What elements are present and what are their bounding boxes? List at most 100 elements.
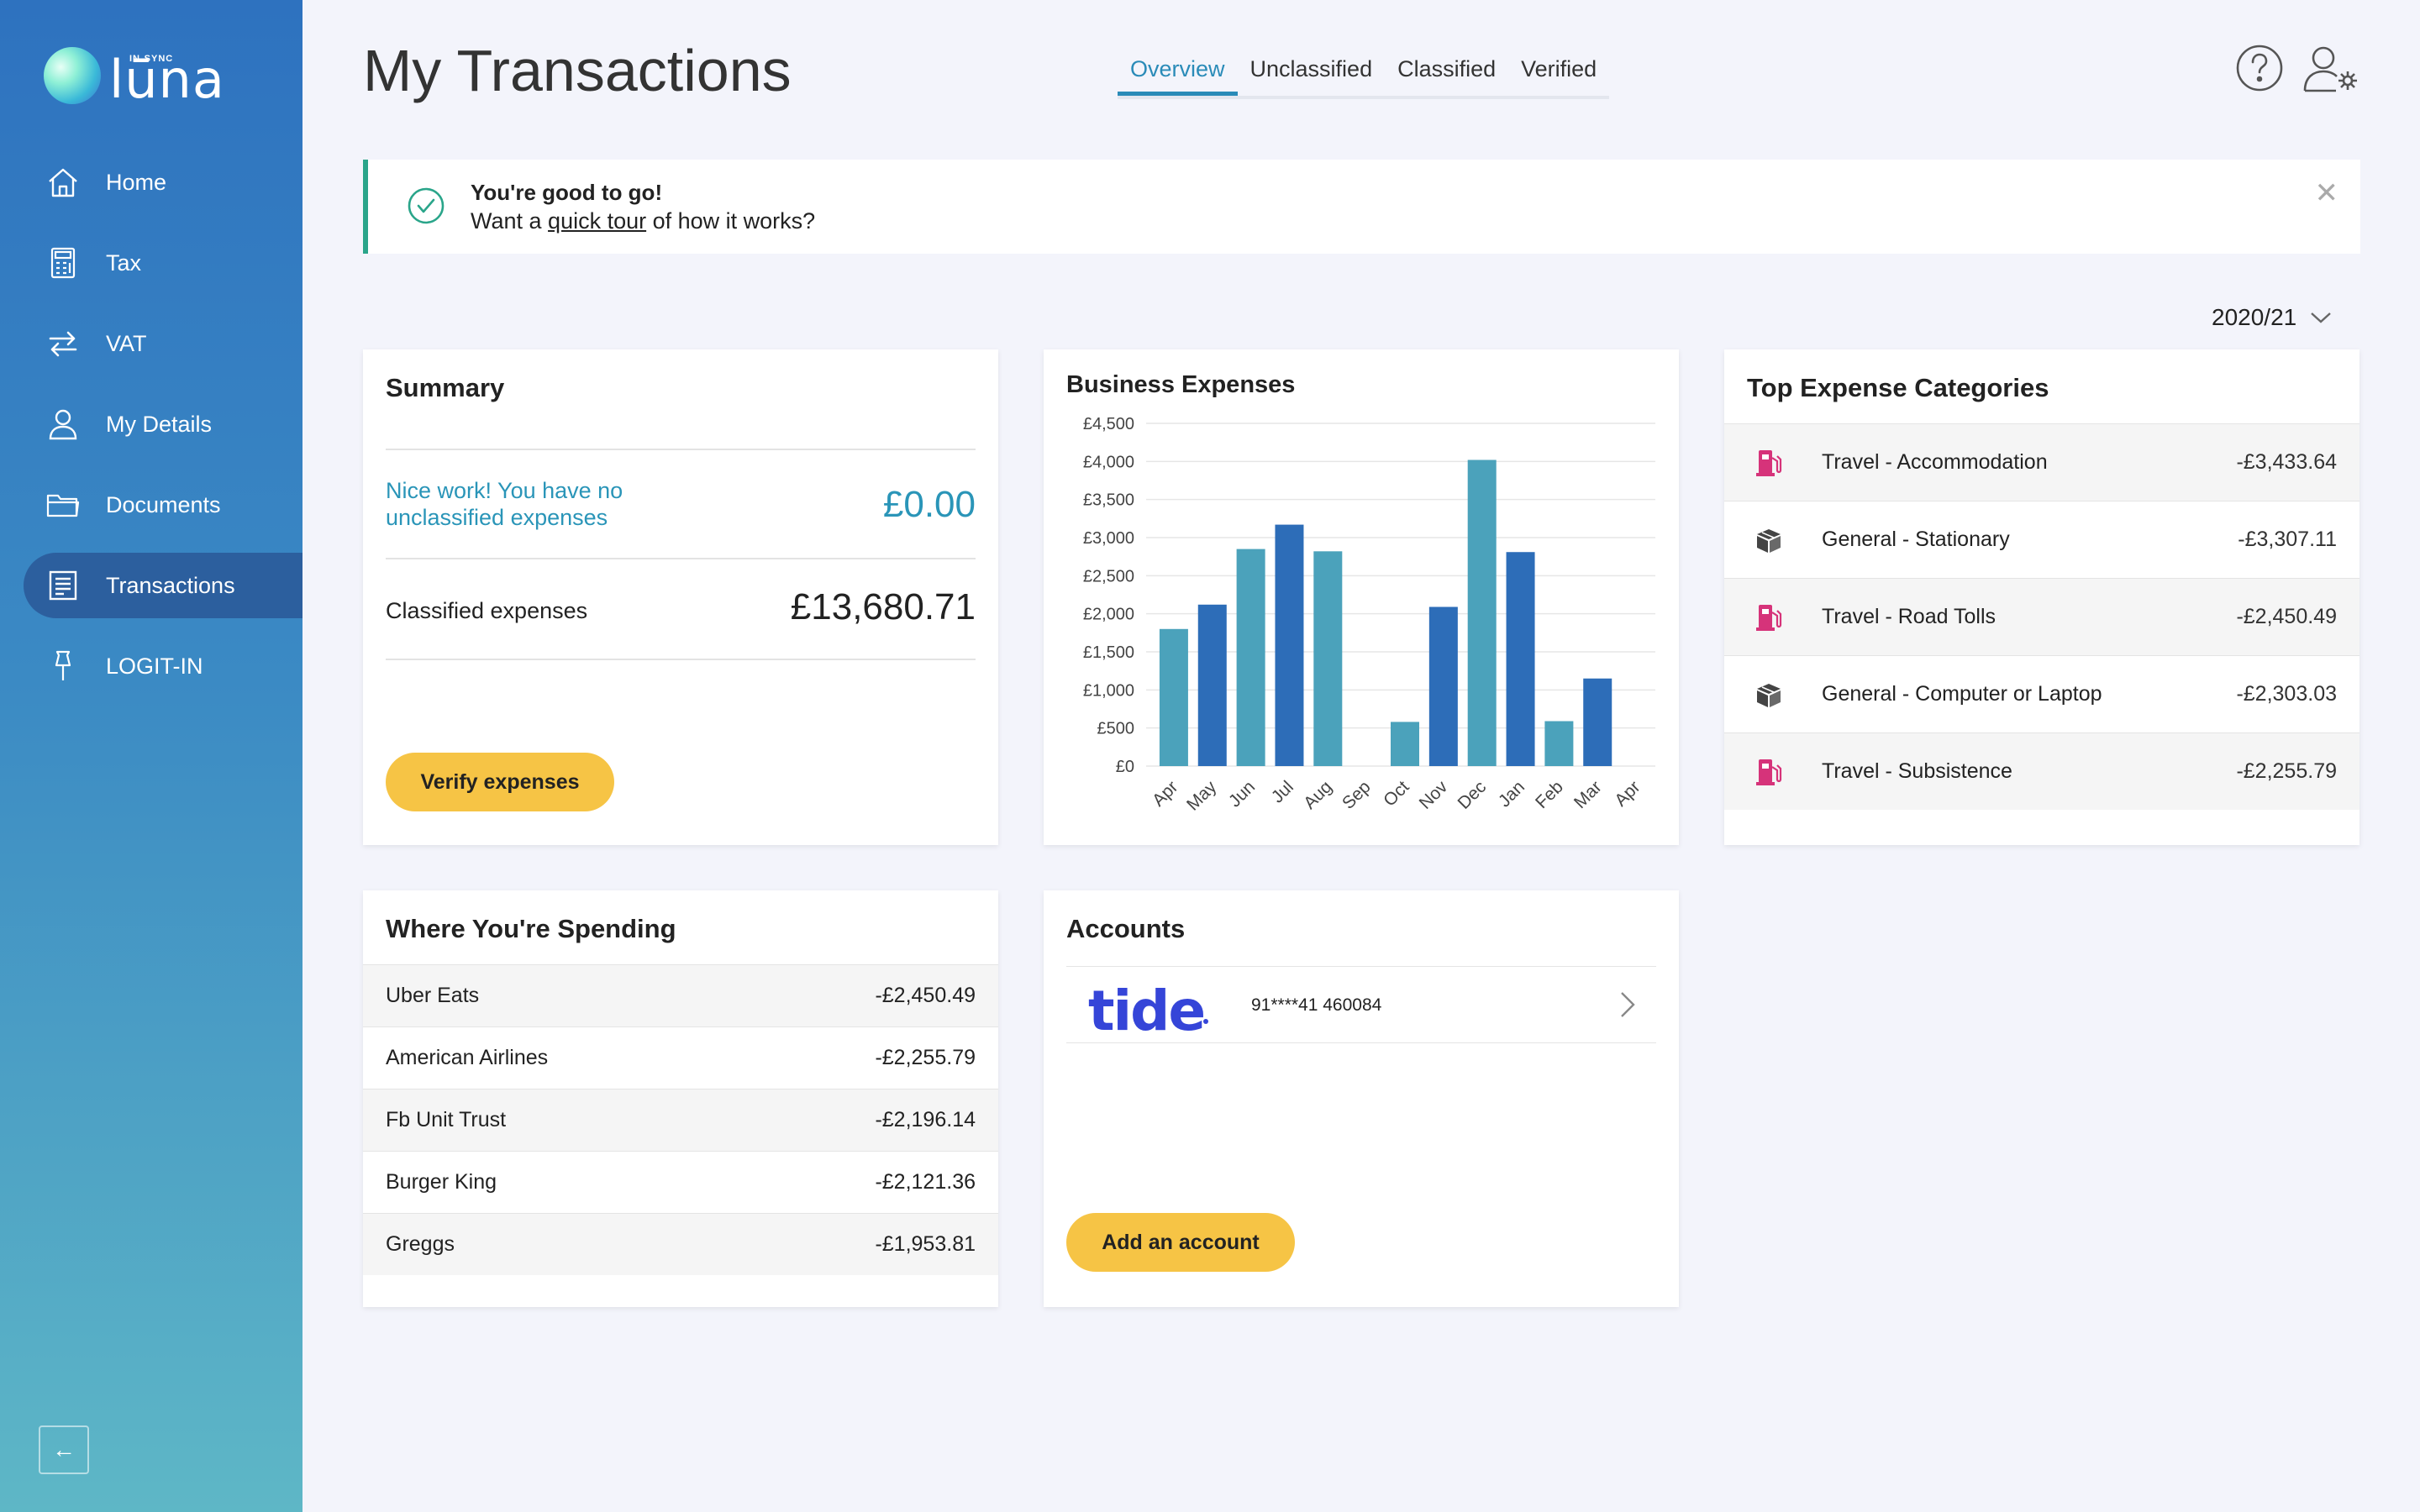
category-row[interactable]: General - Computer or Laptop -£2,303.03	[1724, 655, 2360, 732]
sidebar-item-home[interactable]: Home	[24, 150, 302, 215]
classified-label: Classified expenses	[386, 598, 588, 623]
app-logo[interactable]: IN-SYNC lūna	[44, 42, 262, 110]
sidebar-item-label: My Details	[106, 411, 213, 437]
collapse-sidebar-button[interactable]: ←	[39, 1425, 89, 1474]
tab-overview[interactable]: Overview	[1118, 52, 1238, 96]
y-tick-label: £500	[1097, 720, 1135, 738]
bar[interactable]	[1391, 722, 1419, 766]
quick-tour-link[interactable]: quick tour	[548, 208, 646, 234]
x-tick-label: Nov	[1416, 777, 1452, 813]
bar[interactable]	[1506, 552, 1535, 766]
merchant-name: Fb Unit Trust	[386, 1108, 507, 1131]
sidebar-item-label: Tax	[106, 249, 142, 276]
sidebar-item-label: Documents	[106, 491, 221, 517]
tide-logo: tide	[1088, 979, 1206, 1043]
spending-row[interactable]: Greggs -£1,953.81	[363, 1213, 998, 1275]
x-tick-label: Jun	[1225, 777, 1259, 811]
x-tick-label: Dec	[1455, 777, 1491, 813]
top-categories-card: Top Expense Categories Travel - Accommod…	[1724, 349, 2360, 845]
bar[interactable]	[1236, 549, 1265, 766]
sidebar-item-transactions[interactable]: Transactions	[24, 553, 302, 618]
top-categories-title: Top Expense Categories	[1747, 373, 2049, 402]
verify-expenses-button[interactable]: Verify expenses	[386, 753, 614, 811]
category-row[interactable]: Travel - Road Tolls -£2,450.49	[1724, 578, 2360, 655]
y-tick-label: £4,500	[1083, 415, 1134, 433]
classified-value: £13,680.71	[790, 586, 976, 627]
merchant-amount: -£2,255.79	[875, 1046, 976, 1069]
banner-subtitle: Want a quick tour of how it works?	[471, 208, 815, 234]
banner-text-after: of how it works?	[646, 208, 816, 234]
bar[interactable]	[1583, 678, 1612, 766]
year-select[interactable]: 2020/21	[2212, 304, 2332, 331]
category-row[interactable]: General - Stationary -£3,307.11	[1724, 501, 2360, 578]
y-tick-label: £3,000	[1083, 529, 1134, 548]
category-amount: -£2,255.79	[2236, 759, 2337, 783]
spending-row[interactable]: Fb Unit Trust -£2,196.14	[363, 1089, 998, 1151]
sidebar: IN-SYNC lūna Home Tax VAT My Details Doc…	[0, 0, 302, 1512]
bar[interactable]	[1428, 606, 1458, 766]
summary-title: Summary	[386, 373, 505, 402]
business-expenses-card: Business Expenses £0 £500 £1,000 £1,500 £2,0…	[1044, 349, 1679, 845]
welcome-banner: You're good to go! Want a quick tour of …	[363, 160, 2360, 254]
spending-title: Where You're Spending	[386, 914, 676, 943]
x-tick-label: Feb	[1532, 777, 1567, 812]
x-tick-label: Oct	[1380, 777, 1413, 810]
merchant-amount: -£2,196.14	[875, 1108, 976, 1131]
category-row[interactable]: Travel - Subsistence -£2,255.79	[1724, 732, 2360, 810]
tab-classified[interactable]: Classified	[1385, 52, 1508, 96]
bar[interactable]	[1159, 628, 1188, 766]
banner-title: You're good to go!	[471, 180, 663, 205]
y-tick-label: £1,000	[1083, 681, 1134, 700]
tab-verified[interactable]: Verified	[1508, 52, 1609, 96]
category-name: General - Computer or Laptop	[1822, 682, 2102, 706]
box-icon	[1754, 680, 1784, 710]
sidebar-item-tax[interactable]: Tax	[24, 230, 302, 296]
merchant-name: Uber Eats	[386, 984, 480, 1007]
bar[interactable]	[1313, 551, 1343, 766]
chevron-right-icon[interactable]	[1619, 990, 1636, 1019]
category-name: Travel - Subsistence	[1822, 759, 2012, 783]
bar[interactable]	[1544, 721, 1574, 766]
y-tick-label: £2,500	[1083, 567, 1134, 585]
divider	[386, 659, 976, 660]
help-icon[interactable]	[2235, 44, 2284, 97]
category-row[interactable]: Travel - Accommodation -£3,433.64	[1724, 423, 2360, 501]
sidebar-item-documents[interactable]: Documents	[24, 472, 302, 538]
sidebar-item-my-details[interactable]: My Details	[24, 391, 302, 457]
x-tick-label: Aug	[1300, 777, 1336, 813]
sidebar-item-vat[interactable]: VAT	[24, 311, 302, 376]
page-title: My Transactions	[363, 38, 792, 103]
pin-icon	[45, 648, 81, 684]
y-tick-label: £4,000	[1083, 453, 1134, 471]
box-icon	[1754, 525, 1784, 555]
year-value: 2020/21	[2212, 304, 2297, 330]
receipt-icon	[45, 568, 81, 603]
spending-row[interactable]: Burger King -£2,121.36	[363, 1151, 998, 1213]
tide-logo-dot	[1203, 1019, 1208, 1024]
category-amount: -£2,303.03	[2236, 682, 2337, 706]
category-amount: -£2,450.49	[2236, 605, 2337, 628]
account-row[interactable]: tide 91****41 460084	[1066, 966, 1656, 1043]
merchant-name: American Airlines	[386, 1046, 549, 1069]
user-settings-icon[interactable]	[2302, 44, 2360, 98]
sidebar-item-logit-in[interactable]: LOGIT-IN	[24, 633, 302, 699]
divider	[386, 558, 976, 559]
business-expenses-chart: £0 £500 £1,000 £1,500 £2,000 £2,500 £3,000 £3,5…	[1083, 415, 1655, 815]
folder-icon	[45, 487, 81, 522]
close-icon[interactable]: ✕	[2315, 176, 2339, 210]
bar[interactable]	[1467, 459, 1497, 766]
spending-row[interactable]: Uber Eats -£2,450.49	[363, 964, 998, 1026]
tab-unclassified[interactable]: Unclassified	[1238, 52, 1386, 96]
home-icon	[45, 165, 81, 200]
bar[interactable]	[1197, 604, 1227, 766]
y-tick-label: £2,000	[1083, 606, 1134, 624]
category-amount: -£3,307.11	[2238, 528, 2337, 551]
x-tick-label: Jul	[1268, 777, 1297, 806]
merchant-amount: -£2,450.49	[875, 984, 976, 1007]
spending-list: Uber Eats -£2,450.49 American Airlines -£2,…	[363, 964, 998, 1275]
add-account-button[interactable]: Add an account	[1066, 1213, 1295, 1272]
fuel-pump-icon	[1754, 757, 1784, 787]
y-tick-label: £0	[1116, 758, 1134, 776]
spending-row[interactable]: American Airlines -£2,255.79	[363, 1026, 998, 1089]
bar[interactable]	[1275, 524, 1304, 766]
